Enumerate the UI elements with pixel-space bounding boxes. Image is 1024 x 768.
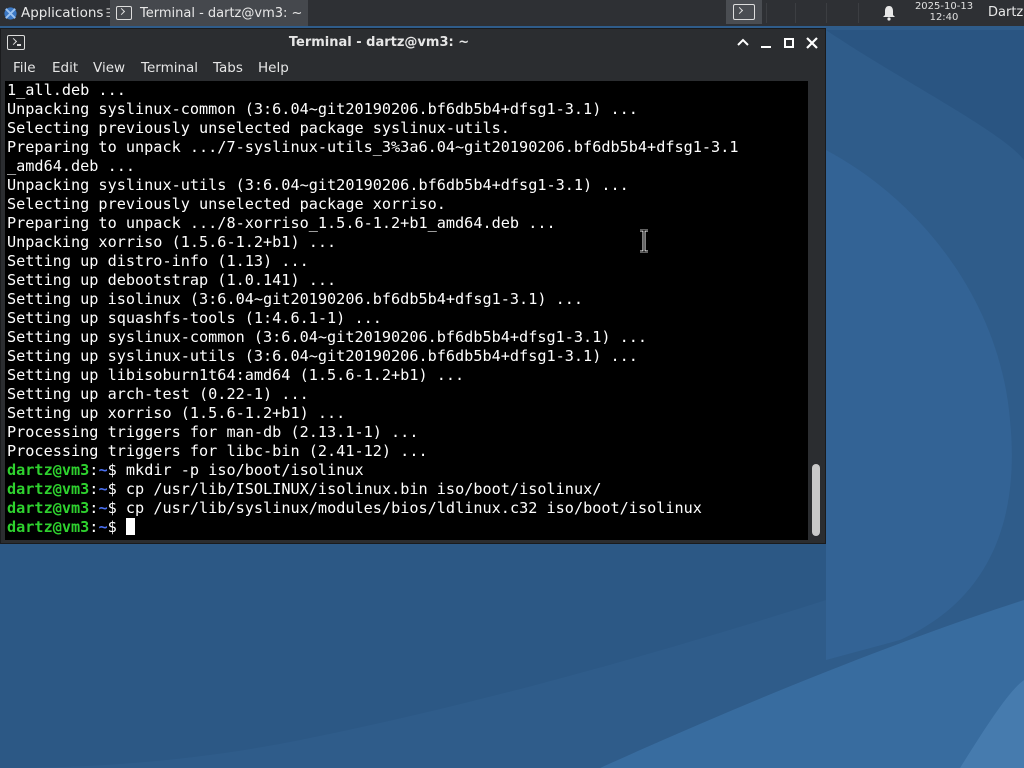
shade-window-button[interactable] bbox=[734, 34, 752, 52]
prompt-user: dartz@vm3 bbox=[7, 480, 90, 498]
prompt-path: ~ bbox=[98, 499, 108, 517]
menu-tabs[interactable]: Tabs bbox=[213, 60, 243, 76]
terminal-icon bbox=[116, 6, 132, 20]
maximize-icon bbox=[784, 38, 794, 48]
menu-bar: File Edit View Terminal Tabs Help bbox=[1, 57, 825, 81]
notification-bell-icon[interactable] bbox=[882, 5, 896, 21]
output-line: Selecting previously unselected package … bbox=[7, 195, 446, 213]
minimize-icon bbox=[761, 46, 771, 48]
prompt-user: dartz@vm3 bbox=[7, 461, 90, 479]
user-menu-button[interactable]: Dartz bbox=[988, 0, 1023, 26]
output-line: Unpacking syslinux-utils (3:6.04~git2019… bbox=[7, 176, 629, 194]
terminal-output-area[interactable]: 1_all.deb ... Unpacking syslinux-common … bbox=[5, 81, 808, 540]
output-line: Setting up xorriso (1.5.6-1.2+b1) ... bbox=[7, 404, 346, 422]
prompt-user: dartz@vm3 bbox=[7, 518, 90, 536]
output-line: _amd64.deb ... bbox=[7, 157, 136, 175]
output-line: Setting up debootstrap (1.0.141) ... bbox=[7, 271, 337, 289]
taskbar-terminal-button[interactable]: Terminal - dartz@vm3: ~ bbox=[110, 0, 308, 26]
output-line: Processing triggers for libc-bin (2.41-1… bbox=[7, 442, 428, 460]
output-line: Setting up syslinux-utils (3:6.04~git201… bbox=[7, 347, 638, 365]
menu-file[interactable]: File bbox=[13, 60, 36, 76]
ibeam-cursor-icon bbox=[640, 229, 648, 253]
output-line: Setting up squashfs-tools (1:4.6.1-1) ..… bbox=[7, 309, 382, 327]
maximize-window-button[interactable] bbox=[780, 34, 798, 52]
command-text: cp /usr/lib/syslinux/modules/bios/ldlinu… bbox=[125, 499, 702, 517]
minimize-window-button[interactable] bbox=[757, 34, 775, 52]
prompt-path: ~ bbox=[98, 461, 108, 479]
output-line: Selecting previously unselected package … bbox=[7, 119, 510, 137]
applications-menu-button[interactable]: Applications ☰ bbox=[0, 0, 116, 26]
output-line: Setting up libisoburn1t64:amd64 (1.5.6-1… bbox=[7, 366, 465, 384]
command-text: mkdir -p iso/boot/isolinux bbox=[125, 461, 364, 479]
output-line: Preparing to unpack .../7-syslinux-utils… bbox=[7, 138, 739, 156]
menu-view[interactable]: View bbox=[93, 60, 125, 76]
prompt-symbol: $ bbox=[107, 518, 126, 536]
prompt-user: dartz@vm3 bbox=[7, 499, 90, 517]
applications-label: Applications bbox=[21, 5, 104, 21]
command-line-current[interactable]: dartz@vm3:~$ bbox=[7, 518, 739, 537]
output-line: Setting up isolinux (3:6.04~git20190206.… bbox=[7, 290, 584, 308]
menu-help[interactable]: Help bbox=[258, 60, 289, 76]
prompt-path: ~ bbox=[98, 518, 108, 536]
output-line: Setting up syslinux-common (3:6.04~git20… bbox=[7, 328, 648, 346]
xfce-logo-icon bbox=[4, 6, 17, 20]
prompt-path: ~ bbox=[98, 480, 108, 498]
workspace-1-button[interactable] bbox=[726, 0, 762, 24]
command-text: cp /usr/lib/ISOLINUX/isolinux.bin iso/bo… bbox=[125, 480, 602, 498]
menu-edit[interactable]: Edit bbox=[52, 60, 78, 76]
chevron-up-icon bbox=[737, 38, 749, 46]
command-line: dartz@vm3:~$ cp /usr/lib/ISOLINUX/isolin… bbox=[7, 480, 739, 499]
taskbar-terminal-label: Terminal - dartz@vm3: ~ bbox=[140, 5, 303, 21]
top-panel: Applications ☰ Terminal - dartz@vm3: ~ 2… bbox=[0, 0, 1024, 26]
output-line: Processing triggers for man-db (2.13.1-1… bbox=[7, 423, 419, 441]
output-line: 1_all.deb ... bbox=[7, 81, 126, 99]
clock-time: 12:40 bbox=[929, 12, 959, 23]
panel-clock[interactable]: 2025-10-13 12:40 bbox=[904, 1, 984, 23]
output-line: Unpacking xorriso (1.5.6-1.2+b1) ... bbox=[7, 233, 337, 251]
workspace-2-button[interactable] bbox=[766, 3, 796, 23]
terminal-window: Terminal - dartz@vm3: ~ File Edit View T… bbox=[0, 28, 826, 544]
workspace-terminal-icon bbox=[733, 4, 755, 20]
menu-terminal[interactable]: Terminal bbox=[141, 60, 198, 76]
output-line: Setting up arch-test (0.22-1) ... bbox=[7, 385, 309, 403]
output-line: Setting up distro-info (1.13) ... bbox=[7, 252, 309, 270]
close-window-button[interactable] bbox=[803, 34, 821, 52]
clock-date: 2025-10-13 bbox=[914, 1, 974, 12]
prompt-symbol: $ bbox=[107, 499, 126, 517]
window-title: Terminal - dartz@vm3: ~ bbox=[288, 35, 470, 50]
scrollbar-thumb[interactable] bbox=[812, 464, 820, 536]
text-cursor bbox=[125, 518, 135, 535]
prompt-symbol: $ bbox=[107, 461, 126, 479]
command-line: dartz@vm3:~$ cp /usr/lib/syslinux/module… bbox=[7, 499, 739, 518]
terminal-scrollbar[interactable] bbox=[809, 81, 825, 540]
output-line: Preparing to unpack .../8-xorriso_1.5.6-… bbox=[7, 214, 556, 232]
output-line: Unpacking syslinux-common (3:6.04~git201… bbox=[7, 100, 638, 118]
workspace-4-button[interactable] bbox=[830, 3, 859, 23]
command-line: dartz@vm3:~$ mkdir -p iso/boot/isolinux bbox=[7, 461, 739, 480]
close-icon bbox=[806, 37, 818, 49]
prompt-symbol: $ bbox=[107, 480, 126, 498]
workspace-3-button[interactable] bbox=[798, 3, 827, 23]
window-titlebar[interactable]: Terminal - dartz@vm3: ~ bbox=[1, 29, 825, 57]
